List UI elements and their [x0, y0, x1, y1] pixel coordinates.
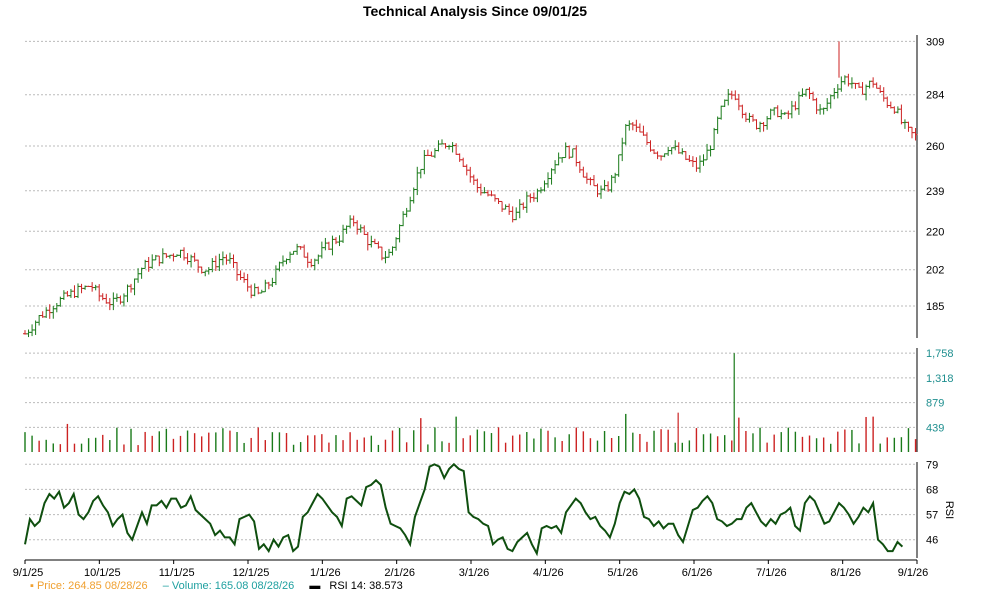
rsi-tick-label: 57: [926, 510, 938, 522]
x-axis: 9/1/25 10/1/25 11/1/25 12/1/25 1/1/26 2/1/26 3…: [13, 559, 929, 579]
chart-canvas: Technical Analysis Since 09/01/25 185 202…: [13, 3, 955, 579]
legend-price: ▪ Price: 264.85 08/28/26: [30, 580, 148, 592]
x-tick-label: 8/1/26: [830, 567, 861, 579]
legend-volume-text: Volume: 165.08 08/28/26: [171, 580, 295, 592]
x-tick-label: 10/1/25: [84, 567, 121, 579]
price-tick-label: 185: [926, 301, 944, 313]
price-tick-label: 239: [926, 186, 944, 198]
x-tick-label: 9/1/25: [13, 567, 44, 579]
price-panel: 185 202 220 239 260 284 309: [23, 35, 944, 338]
x-tick-label: 9/1/26: [898, 567, 929, 579]
rsi-tick-label: 79: [926, 459, 938, 471]
x-tick-label: 11/1/25: [159, 567, 195, 579]
volume-panel: 439 879 1,318 1,758: [24, 348, 954, 452]
x-tick-label: 3/1/26: [459, 567, 490, 579]
technical-analysis-chart: Technical Analysis Since 09/01/25 185 202…: [0, 0, 1000, 600]
rsi-panel: 46 57 68 79 RSI: [24, 459, 955, 558]
volume-tick-label: 879: [926, 398, 944, 410]
price-tick-label: 309: [926, 36, 944, 48]
x-tick-label: 6/1/26: [682, 567, 713, 579]
volume-tick-label: 439: [926, 422, 944, 434]
chart-title: Technical Analysis Since 09/01/25: [363, 3, 587, 19]
legend-rsi: ▬ RSI 14: 38.573: [309, 580, 403, 592]
x-tick-label: 12/1/25: [233, 567, 270, 579]
x-tick-label: 1/1/26: [310, 567, 341, 579]
legend: ▪ Price: 264.85 08/28/26 – Volume: 165.0…: [30, 580, 415, 592]
legend-rsi-text: RSI 14: 38.573: [329, 580, 403, 592]
x-tick-label: 2/1/26: [384, 567, 415, 579]
x-tick-label: 4/1/26: [533, 567, 564, 579]
rsi-tick-label: 46: [926, 535, 938, 547]
x-tick-label: 5/1/26: [607, 567, 638, 579]
x-tick-label: 7/1/26: [756, 567, 787, 579]
rsi-axis-title: RSI: [943, 501, 955, 519]
price-tick-label: 284: [926, 90, 944, 102]
rsi-tick-label: 68: [926, 484, 938, 496]
legend-price-text: Price: 264.85 08/28/26: [36, 580, 148, 592]
volume-tick-label: 1,758: [926, 348, 954, 360]
legend-volume: – Volume: 165.08 08/28/26: [162, 580, 295, 592]
price-tick-label: 220: [926, 226, 944, 238]
price-tick-label: 260: [926, 141, 944, 153]
volume-tick-label: 1,318: [926, 373, 954, 385]
price-tick-label: 202: [926, 265, 944, 277]
